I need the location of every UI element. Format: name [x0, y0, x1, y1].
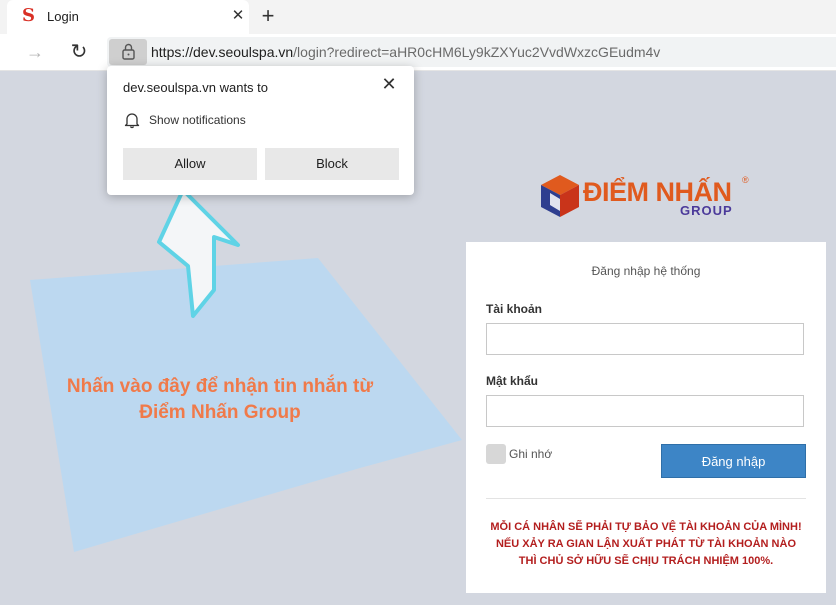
username-input[interactable]	[486, 323, 804, 355]
address-bar[interactable]: https://dev.seoulspa.vn/login?redirect=a…	[107, 37, 836, 67]
account-warning: MỖI CÁ NHÂN SẼ PHẢI TỰ BẢO VỆ TÀI KHOẢN …	[476, 519, 816, 570]
registered-mark: ®	[742, 175, 749, 185]
remember-checkbox[interactable]	[486, 444, 506, 464]
annotation-line-2: Điểm Nhấn Group	[139, 402, 301, 423]
permission-text: Show notifications	[149, 113, 246, 127]
divider	[486, 498, 806, 499]
password-label: Mật khẩu	[486, 374, 539, 388]
site-favicon-icon: S	[22, 5, 35, 26]
allow-button[interactable]: Allow	[123, 148, 257, 180]
annotation-text: Nhấn vào đây để nhận tin nhắn từ Điểm Nh…	[60, 374, 380, 426]
cube-logo-icon	[541, 175, 579, 217]
brand-subtitle: GROUP	[680, 203, 733, 218]
brand-logo: ĐIỂM NHẤN ® GROUP	[539, 171, 759, 221]
tab-login[interactable]: S Login ✕	[7, 0, 249, 34]
annotation-line-1: Nhấn vào đây để nhận tin nhắn từ	[66, 376, 374, 397]
login-button[interactable]: Đăng nhập	[661, 444, 806, 478]
lock-icon	[122, 43, 135, 60]
warning-line-3: THÌ CHỦ SỞ HỮU SẼ CHỊU TRÁCH NHIỆM 100%.	[518, 555, 774, 567]
url-host: https://dev.seoulspa.vn	[151, 44, 294, 60]
new-tab-button[interactable]: +	[256, 5, 280, 29]
notification-permission-popup: dev.seoulspa.vn wants to ✕ Show notifica…	[107, 66, 414, 195]
url-text: https://dev.seoulspa.vn/login?redirect=a…	[151, 44, 660, 60]
tab-strip: S Login ✕ +	[0, 0, 836, 34]
bell-icon	[124, 113, 140, 129]
url-path: /login?redirect=aHR0cHM6Ly9kZXYuc2VvdWxz…	[293, 44, 661, 60]
username-label: Tài khoản	[486, 302, 543, 316]
block-button[interactable]: Block	[265, 148, 399, 180]
tab-title: Login	[47, 9, 79, 24]
site-info-button[interactable]	[109, 39, 147, 65]
popup-title: dev.seoulspa.vn wants to	[123, 80, 269, 95]
warning-line-2: NẾU XẢY RA GIAN LẬN XUẤT PHÁT TỪ TÀI KHO…	[495, 538, 797, 550]
login-panel: Đăng nhập hệ thống Tài khoản Mật khẩu Gh…	[466, 242, 826, 593]
login-heading: Đăng nhập hệ thống	[591, 264, 701, 278]
reload-icon[interactable]: ↻	[67, 40, 91, 64]
forward-arrow-icon[interactable]: →	[24, 42, 46, 62]
remember-label: Ghi nhớ	[509, 447, 553, 461]
warning-line-1: MỖI CÁ NHÂN SẼ PHẢI TỰ BẢO VỆ TÀI KHOẢN …	[490, 521, 802, 533]
popup-close-icon[interactable]: ✕	[378, 73, 400, 95]
annotation-arrow	[157, 188, 240, 318]
tab-close-icon[interactable]: ✕	[230, 8, 246, 24]
password-input[interactable]	[486, 395, 804, 427]
